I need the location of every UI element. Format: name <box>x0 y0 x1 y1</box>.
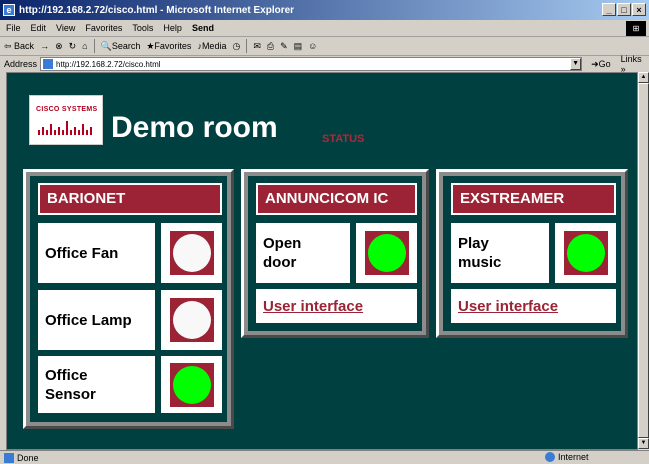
print-icon[interactable]: ⎙ <box>267 41 274 52</box>
go-button[interactable]: ➜Go <box>591 59 611 70</box>
windows-logo-icon: ⊞ <box>626 21 646 36</box>
messenger-icon[interactable]: ☺ <box>308 41 317 51</box>
office-lamp-toggle[interactable] <box>161 290 222 350</box>
barionet-row-label: Office Fan <box>38 223 155 283</box>
ie-icon: e <box>3 4 15 16</box>
exstreamer-link-cell: User interface <box>451 289 616 323</box>
stop-icon[interactable]: ⊗ <box>55 41 63 52</box>
mail-icon[interactable]: ✉ <box>253 41 261 52</box>
status-link[interactable]: STATUS <box>322 133 364 145</box>
zone-label: Internet <box>558 452 589 462</box>
back-button[interactable]: ⇦ Back <box>4 41 34 52</box>
barionet-row-label: Office Lamp <box>38 290 155 350</box>
window-title: http://192.168.2.72/cisco.html - Microso… <box>19 4 295 16</box>
annuncicom-user-interface-link[interactable]: User interface <box>263 297 363 316</box>
favorites-label: Favorites <box>154 40 192 51</box>
address-dropdown-icon[interactable]: ▼ <box>570 58 582 70</box>
discuss-icon[interactable]: ▤ <box>294 41 303 52</box>
open-door-toggle[interactable] <box>356 223 417 283</box>
address-url: http://192.168.2.72/cisco.html <box>56 59 161 69</box>
forward-button[interactable]: → <box>40 41 49 51</box>
play-music-toggle[interactable] <box>555 223 616 283</box>
security-zone: Internet <box>545 452 589 462</box>
search-label: Search <box>111 40 141 51</box>
scroll-down-icon[interactable]: ▼ <box>638 438 649 449</box>
maximize-button[interactable]: □ <box>617 3 631 16</box>
status-page-icon <box>4 452 14 463</box>
exstreamer-row-label: Play music <box>451 223 549 283</box>
back-label: Back <box>14 40 35 51</box>
office-sensor-indicator[interactable] <box>161 356 222 413</box>
window-titlebar: e http://192.168.2.72/cisco.html - Micro… <box>0 0 649 20</box>
address-label: Address <box>4 59 38 69</box>
toolbar-separator <box>93 39 95 53</box>
home-icon[interactable]: ⌂ <box>82 41 87 51</box>
exstreamer-panel: EXSTREAMER Play music User interface <box>436 169 628 338</box>
exstreamer-user-interface-link[interactable]: User interface <box>458 297 558 316</box>
menu-favorites[interactable]: Favorites <box>85 23 122 33</box>
page-icon <box>43 59 54 69</box>
scroll-up-icon[interactable]: ▲ <box>638 72 649 83</box>
menu-file[interactable]: File <box>6 23 21 33</box>
refresh-icon[interactable]: ↻ <box>69 41 77 52</box>
status-bar: Done Internet <box>0 450 649 464</box>
barionet-row-label: Office Sensor <box>38 356 155 413</box>
globe-icon <box>545 452 555 462</box>
search-button[interactable]: 🔍Search <box>101 41 141 52</box>
close-button[interactable]: × <box>632 3 646 16</box>
annuncicom-link-cell: User interface <box>256 289 417 323</box>
led-off-icon <box>172 234 211 272</box>
menu-edit[interactable]: Edit <box>31 23 47 33</box>
window-controls: _ □ × <box>602 3 646 16</box>
menu-bar: File Edit View Favorites Tools Help Send… <box>0 20 649 37</box>
annuncicom-panel: ANNUNCICOM IC Open door User interface <box>241 169 429 338</box>
cisco-bridge-icon <box>38 121 92 135</box>
go-label: Go <box>598 58 611 69</box>
menu-tools[interactable]: Tools <box>132 23 153 33</box>
minimize-button[interactable]: _ <box>602 3 616 16</box>
barionet-panel: BARIONET Office Fan Office Lamp Office S… <box>23 169 234 429</box>
led-off-icon <box>172 301 211 339</box>
barionet-header: BARIONET <box>38 183 222 215</box>
cisco-logo: CISCO SYSTEMS <box>29 95 103 145</box>
toolbar-separator <box>246 39 248 53</box>
media-button[interactable]: ♪Media <box>197 41 226 51</box>
edit-icon[interactable]: ✎ <box>280 41 288 52</box>
history-icon[interactable]: ◷ <box>232 41 240 52</box>
status-text: Done <box>17 452 39 463</box>
office-fan-toggle[interactable] <box>161 223 222 283</box>
logo-wordmark: CISCO SYSTEMS <box>36 106 98 113</box>
menu-help[interactable]: Help <box>163 23 182 33</box>
led-on-icon <box>367 234 406 272</box>
toolbar: ⇦ Back → ⊗ ↻ ⌂ 🔍Search ★Favorites ♪Media… <box>0 37 649 56</box>
media-label: Media <box>201 41 227 51</box>
vertical-scrollbar[interactable]: ▲ ▼ <box>638 72 649 450</box>
page-title: Demo room <box>111 111 278 144</box>
annuncicom-header: ANNUNCICOM IC <box>256 183 417 215</box>
led-on-icon <box>566 234 605 272</box>
favorites-button[interactable]: ★Favorites <box>146 41 191 52</box>
page-content: CISCO SYSTEMS Demo room STATUS BARIONET … <box>6 72 638 450</box>
address-bar: Address http://192.168.2.72/cisco.html ▼… <box>0 54 649 74</box>
exstreamer-header: EXSTREAMER <box>451 183 616 215</box>
send-button[interactable]: Send <box>192 23 214 33</box>
led-on-icon <box>172 365 211 404</box>
address-input[interactable]: http://192.168.2.72/cisco.html <box>40 57 583 71</box>
scroll-thumb[interactable] <box>638 83 649 438</box>
links-button[interactable]: Links » <box>621 54 649 74</box>
annuncicom-row-label: Open door <box>256 223 350 283</box>
menu-view[interactable]: View <box>56 23 75 33</box>
